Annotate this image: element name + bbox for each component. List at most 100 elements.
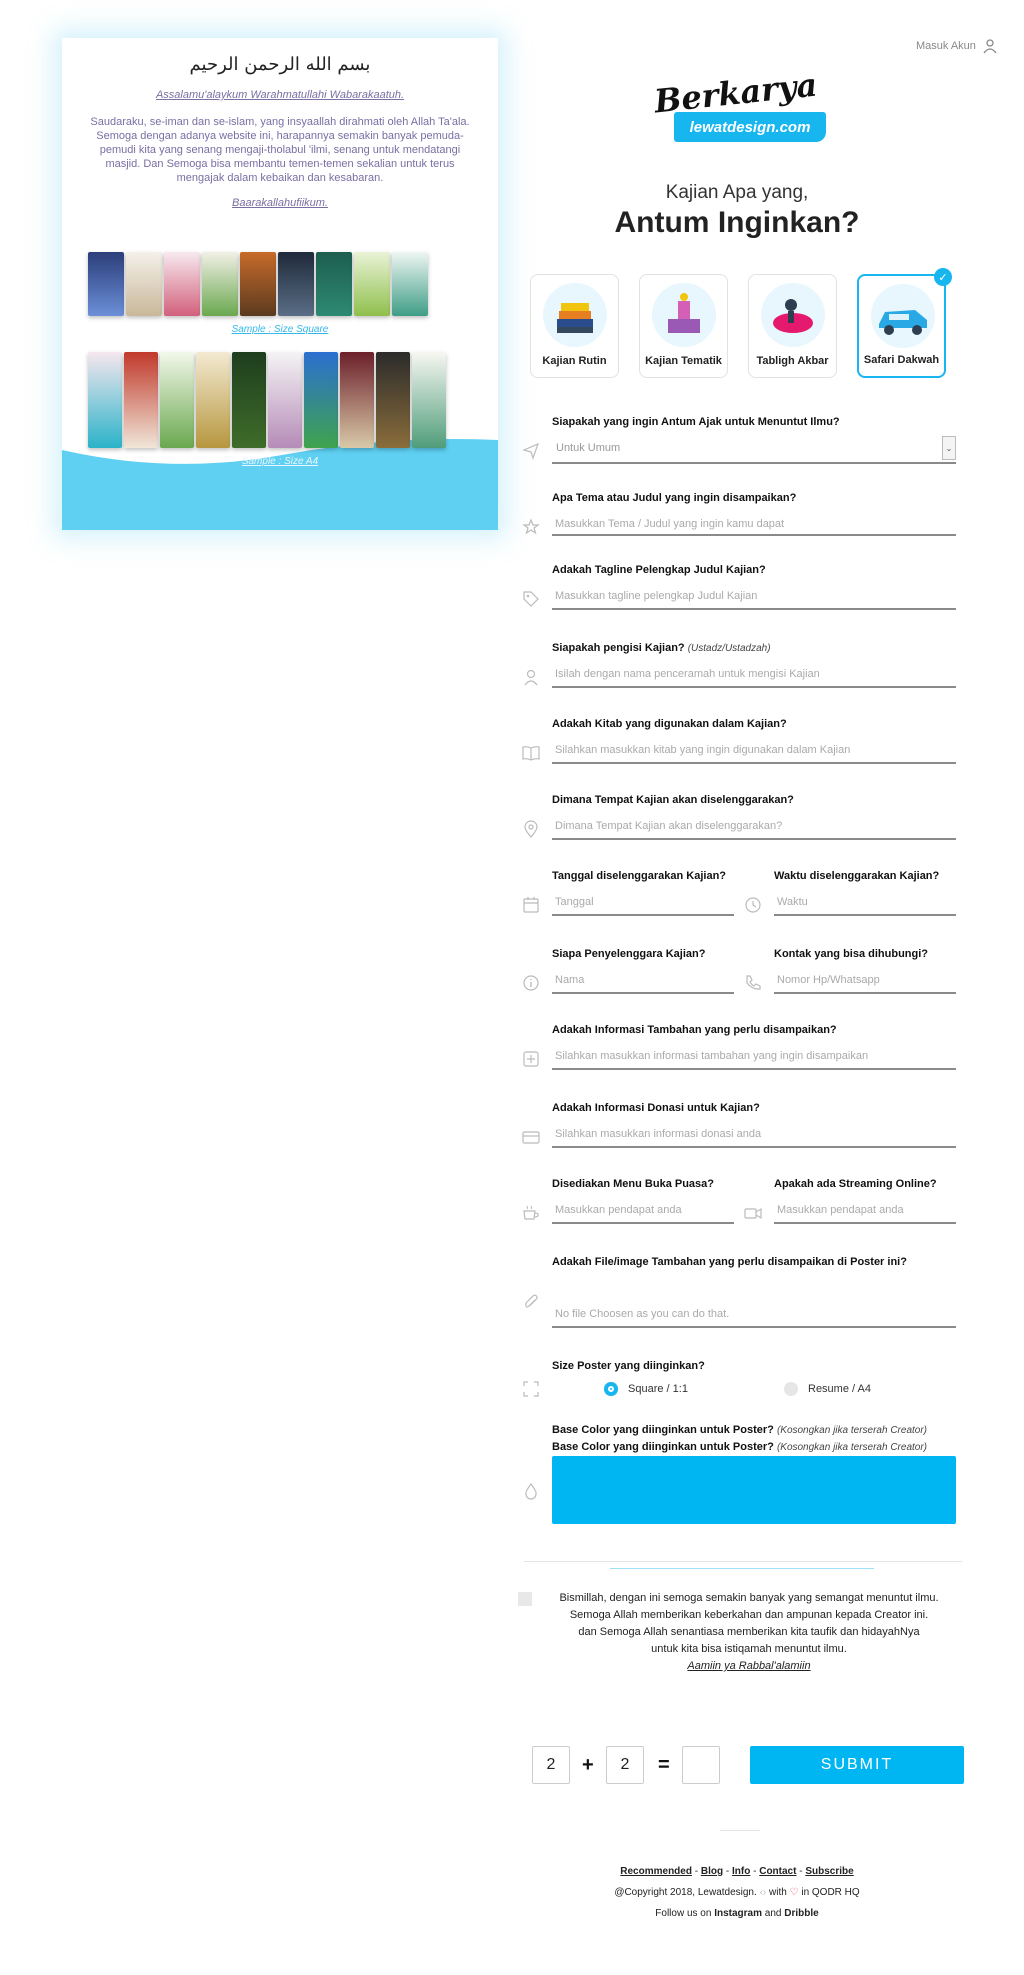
poster-thumbnail: [164, 252, 200, 316]
tagline-input[interactable]: Masukkan tagline pelengkap Judul Kajian: [552, 584, 956, 610]
poster-thumbnail: [304, 352, 338, 448]
question-time: Waktu diselenggarakan Kajian?: [774, 870, 940, 882]
question-speaker-note: (Ustadz/Ustadzah): [687, 643, 771, 654]
sample-a4-link[interactable]: Sample : Size A4: [62, 456, 498, 467]
dribbble-link[interactable]: Dribble: [784, 1908, 818, 1919]
category-card-kajian-tematik[interactable]: Kajian Tematik: [639, 274, 728, 378]
question-color-repeat: Base Color yang diinginkan untuk Poster?…: [552, 1441, 928, 1453]
footer-copyright: @Copyright 2018, Lewatdesign. ‹› with ♡ …: [614, 1887, 860, 1898]
radio-selected: [604, 1382, 618, 1396]
question-speaker: Siapakah pengisi Kajian? (Ustadz/Ustadza…: [552, 642, 771, 654]
divider: [524, 1561, 962, 1562]
clock-icon: [744, 896, 762, 914]
poster-thumbnail: [196, 352, 230, 448]
contact-input[interactable]: Nomor Hp/Whatsapp: [774, 968, 956, 994]
question-file: Adakah File/image Tambahan yang perlu di…: [552, 1256, 907, 1268]
base-color-picker[interactable]: [552, 1456, 956, 1524]
footer-link-blog[interactable]: Blog: [701, 1866, 723, 1877]
speaker-input[interactable]: Isilah dengan nama penceramah untuk meng…: [552, 662, 956, 688]
stream-input[interactable]: Masukkan pendapat anda: [774, 1198, 956, 1224]
footer-link-recommended[interactable]: Recommended: [620, 1866, 692, 1877]
poster-thumbnail: [340, 352, 374, 448]
category-card-tabligh-akbar[interactable]: Tabligh Akbar: [748, 274, 837, 378]
submit-button[interactable]: SUBMIT: [750, 1746, 964, 1784]
category-card-safari-dakwah[interactable]: Safari Dakwah ✓: [857, 268, 952, 378]
sample-posters-a4: [88, 352, 446, 448]
poster-thumbnail: [232, 352, 266, 448]
login-label: Masuk Akun: [916, 40, 976, 52]
question-color: Base Color yang diinginkan untuk Poster?…: [552, 1424, 928, 1436]
question-book: Adakah Kitab yang digunakan dalam Kajian…: [552, 718, 787, 730]
info-input[interactable]: Silahkan masukkan informasi tambahan yan…: [552, 1044, 956, 1070]
poster-thumbnail: [354, 252, 390, 316]
agreement-checkbox[interactable]: [518, 1592, 532, 1606]
captcha-number-b: 2: [606, 1746, 644, 1784]
footer-follow: Follow us on Instagram and Dribble: [655, 1908, 819, 1919]
size-square-radio[interactable]: Square / 1:1: [604, 1382, 688, 1396]
captcha-answer-input[interactable]: [682, 1746, 720, 1784]
sample-posters-square: [88, 252, 428, 316]
location-icon: [522, 820, 540, 838]
question-invite: Siapakah yang ingin Antum Ajak untuk Men…: [552, 416, 840, 428]
category-label: Kajian Tematik: [645, 355, 722, 367]
instagram-link[interactable]: Instagram: [714, 1908, 762, 1919]
poster-thumbnail: [376, 352, 410, 448]
question-place: Dimana Tempat Kajian akan diselenggaraka…: [552, 794, 794, 806]
info-icon: [522, 974, 540, 992]
podium-icon: [652, 283, 716, 347]
calendar-icon: [522, 896, 540, 914]
donation-input[interactable]: Silahkan masukkan informasi donasi anda: [552, 1122, 956, 1148]
send-icon: [522, 442, 540, 460]
question-stream: Apakah ada Streaming Online?: [774, 1178, 937, 1190]
closing-text: Baarakallahufiikum.: [232, 197, 328, 209]
plus-square-icon: [522, 1050, 540, 1068]
file-input[interactable]: No file Choosen as you can do that.: [552, 1302, 956, 1328]
video-camera-icon: [744, 1204, 762, 1222]
book-input[interactable]: Silahkan masukkan kitab yang ingin digun…: [552, 738, 956, 764]
footer-links: Recommended - Blog - Info - Contact - Su…: [620, 1866, 854, 1877]
sample-square-link[interactable]: Sample : Size Square: [62, 324, 498, 335]
divider: [720, 1830, 760, 1831]
page-title: Antum Inginkan?: [614, 206, 860, 239]
date-input[interactable]: Tanggal: [552, 890, 734, 916]
title-input[interactable]: Masukkan Tema / Judul yang ingin kamu da…: [552, 512, 956, 536]
poster-thumbnail: [278, 252, 314, 316]
user-icon: [983, 39, 997, 54]
category-card-kajian-rutin[interactable]: Kajian Rutin: [530, 274, 619, 378]
footer-link-info[interactable]: Info: [732, 1866, 750, 1877]
coffee-cup-icon: [522, 1204, 540, 1222]
size-a4-radio[interactable]: Resume / A4: [784, 1382, 871, 1396]
logo[interactable]: Berkarya lewatdesign.com: [650, 66, 830, 148]
invite-select[interactable]: Untuk Umum ⌄: [552, 434, 956, 464]
footer-link-contact[interactable]: Contact: [759, 1866, 796, 1877]
place-input[interactable]: Dimana Tempat Kajian akan diselenggaraka…: [552, 814, 956, 840]
question-donation: Adakah Informasi Donasi untuk Kajian?: [552, 1102, 760, 1114]
agreement-text: Bismillah, dengan ini semoga semakin ban…: [544, 1590, 954, 1675]
greeting-text: Assalamu'alaykum Warahmatullahi Wabaraka…: [155, 89, 405, 101]
expand-icon: [522, 1380, 540, 1398]
captcha-number-a: 2: [532, 1746, 570, 1784]
organizer-input[interactable]: Nama: [552, 968, 734, 994]
intro-text: Saudaraku, se-iman dan se-islam, yang in…: [90, 116, 470, 184]
footer-link-subscribe[interactable]: Subscribe: [805, 1866, 853, 1877]
captcha-equals: =: [658, 1754, 670, 1776]
code-icon: ‹›: [759, 1887, 767, 1898]
logo-tag: lewatdesign.com: [674, 112, 826, 142]
question-organizer: Siapa Penyelenggara Kajian?: [552, 948, 706, 960]
category-selector: Kajian Rutin Kajian Tematik Tabligh Akba…: [530, 268, 952, 378]
chevron-down-icon[interactable]: ⌄: [942, 436, 956, 460]
question-tagline: Adakah Tagline Pelengkap Judul Kajian?: [552, 564, 766, 576]
phone-icon: [744, 974, 762, 992]
person-icon: [522, 668, 540, 686]
time-input[interactable]: Waktu: [774, 890, 956, 916]
speaker-icon: [761, 283, 825, 347]
size-square-label: Square / 1:1: [628, 1383, 688, 1395]
tag-icon: [522, 590, 540, 608]
poster-thumbnail: [126, 252, 162, 316]
question-iftar: Disediakan Menu Buka Puasa?: [552, 1178, 714, 1190]
question-size: Size Poster yang diinginkan?: [552, 1360, 705, 1372]
iftar-input[interactable]: Masukkan pendapat anda: [552, 1198, 734, 1224]
question-date: Tanggal diselenggarakan Kajian?: [552, 870, 727, 882]
login-link[interactable]: Masuk Akun: [916, 38, 998, 54]
agreement-line: dan Semoga Allah senantiasa memberikan k…: [578, 1626, 920, 1638]
